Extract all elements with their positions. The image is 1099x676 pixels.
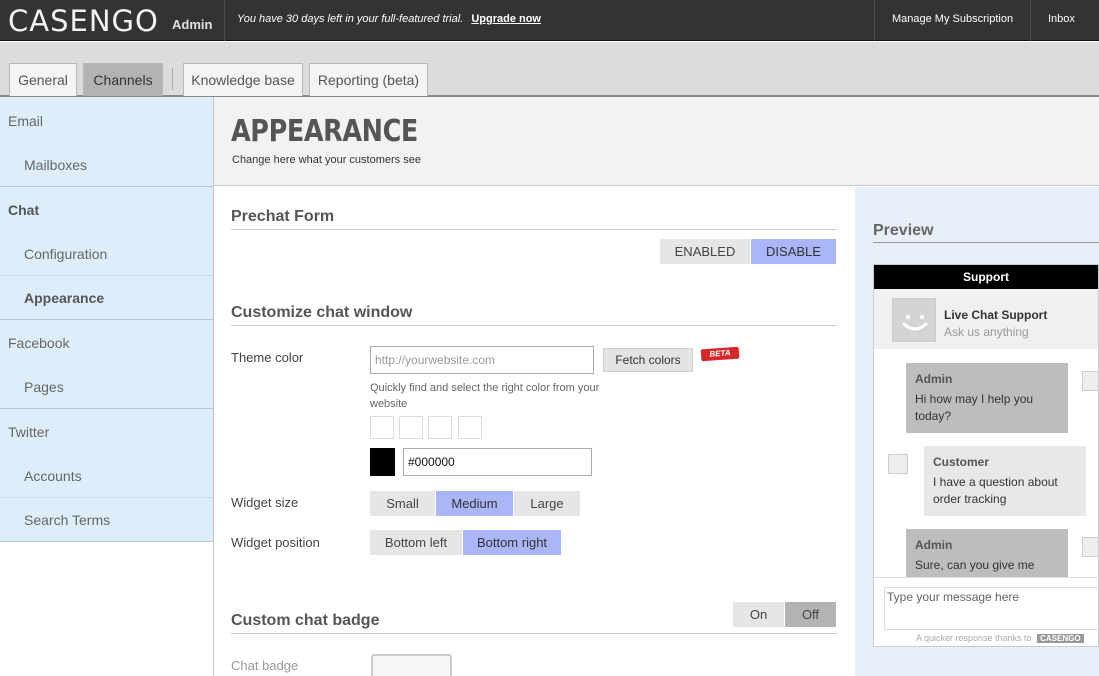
chat-support-subtitle: Ask us anything bbox=[944, 325, 1029, 339]
sidebar-item-facebook[interactable]: Facebook bbox=[0, 321, 213, 365]
chat-header: Support bbox=[874, 265, 1098, 289]
trial-notice: You have 30 days left in your full-featu… bbox=[237, 13, 541, 25]
chat-message: Admin Sure, can you give me your bbox=[906, 529, 1068, 577]
tab-bar: General Channels Knowledge base Reportin… bbox=[0, 42, 1099, 97]
badge-on-button[interactable]: On bbox=[733, 602, 784, 627]
current-color-swatch[interactable] bbox=[370, 448, 395, 476]
trial-text: You have 30 days left in your full-featu… bbox=[237, 13, 464, 25]
user-avatar-icon bbox=[1082, 537, 1098, 557]
sidebar-item-pages[interactable]: Pages bbox=[0, 365, 213, 409]
divider bbox=[1030, 0, 1031, 41]
color-hex-input[interactable]: #000000 bbox=[403, 448, 592, 476]
fetched-color-swatch[interactable] bbox=[458, 416, 482, 439]
chat-footer-text: A quicker response thanks to bbox=[916, 633, 1032, 643]
size-medium-button[interactable]: Medium bbox=[436, 491, 513, 516]
chat-support-row: Live Chat Support Ask us anything bbox=[874, 289, 1098, 349]
size-small-button[interactable]: Small bbox=[370, 491, 435, 516]
sidebar-item-accounts[interactable]: Accounts bbox=[0, 454, 213, 498]
position-bottom-left-button[interactable]: Bottom left bbox=[370, 530, 462, 555]
chat-footer: A quicker response thanks to CASENGO bbox=[916, 633, 1084, 643]
theme-color-label: Theme color bbox=[231, 350, 304, 365]
sidebar-item-mailboxes[interactable]: Mailboxes bbox=[0, 143, 213, 187]
chat-badge-upload[interactable] bbox=[371, 654, 452, 676]
section-title-prechat: Prechat Form bbox=[231, 208, 837, 230]
message-author: Customer bbox=[933, 455, 990, 469]
chat-widget-preview: Support Live Chat Support Ask us anythin… bbox=[873, 264, 1099, 647]
app-logo[interactable]: CASENGO bbox=[8, 4, 159, 38]
page-title: APPEARANCE bbox=[231, 114, 418, 149]
fetched-color-swatch[interactable] bbox=[428, 416, 452, 439]
divider bbox=[874, 0, 875, 41]
page-subtitle: Change here what your customers see bbox=[232, 154, 421, 166]
upgrade-link[interactable]: Upgrade now bbox=[471, 13, 541, 25]
website-url-input[interactable]: http://yourwebsite.com bbox=[370, 346, 594, 374]
chat-badge-label: Chat badge bbox=[231, 658, 299, 673]
tab-channels[interactable]: Channels bbox=[83, 63, 163, 96]
message-text: Sure, can you give me your bbox=[915, 558, 1035, 577]
fetched-color-swatch[interactable] bbox=[399, 416, 423, 439]
preview-title: Preview bbox=[873, 222, 1099, 243]
tab-knowledge-base[interactable]: Knowledge base bbox=[183, 63, 303, 96]
page-header: APPEARANCE Change here what your custome… bbox=[214, 97, 1099, 186]
sidebar-item-search-terms[interactable]: Search Terms bbox=[0, 498, 213, 542]
manage-subscription-link[interactable]: Manage My Subscription bbox=[892, 13, 1013, 25]
message-author: Admin bbox=[915, 538, 953, 552]
tab-reporting[interactable]: Reporting (beta) bbox=[309, 63, 428, 96]
beta-badge: BETA bbox=[700, 346, 740, 362]
divider bbox=[224, 0, 225, 41]
sidebar: Email Mailboxes Chat Configuration Appea… bbox=[0, 97, 214, 542]
user-avatar-icon bbox=[888, 454, 908, 474]
chat-message: Customer I have a question about order t… bbox=[924, 446, 1086, 516]
user-avatar-icon bbox=[1082, 371, 1098, 391]
message-author: Admin bbox=[915, 372, 953, 386]
chat-input-divider bbox=[874, 577, 1098, 578]
chat-message-input[interactable]: Type your message here bbox=[884, 587, 1098, 630]
tab-general[interactable]: General bbox=[9, 63, 77, 96]
size-large-button[interactable]: Large bbox=[514, 491, 580, 516]
tab-separator bbox=[172, 68, 173, 90]
chat-support-name: Live Chat Support bbox=[944, 308, 1048, 322]
widget-size-label: Widget size bbox=[231, 495, 299, 510]
sidebar-item-chat[interactable]: Chat bbox=[0, 188, 213, 232]
fetch-colors-button[interactable]: Fetch colors bbox=[603, 348, 693, 372]
theme-color-help: Quickly find and select the right color … bbox=[370, 382, 600, 410]
fetched-color-swatch[interactable] bbox=[370, 416, 394, 439]
widget-position-label: Widget position bbox=[231, 535, 320, 550]
app-logo-subtitle: Admin bbox=[172, 17, 213, 32]
position-bottom-right-button[interactable]: Bottom right bbox=[463, 530, 561, 555]
casengo-logo: CASENGO bbox=[1037, 634, 1084, 643]
sidebar-item-email[interactable]: Email bbox=[0, 99, 213, 143]
prechat-enabled-button[interactable]: ENABLED bbox=[660, 239, 750, 264]
message-text: Hi how may I help you today? bbox=[915, 392, 1034, 423]
sidebar-item-configuration[interactable]: Configuration bbox=[0, 232, 213, 276]
top-bar: CASENGO Admin You have 30 days left in y… bbox=[0, 0, 1099, 41]
inbox-link[interactable]: Inbox bbox=[1048, 13, 1075, 25]
message-text: I have a question about order tracking bbox=[933, 475, 1058, 506]
sidebar-item-appearance[interactable]: Appearance bbox=[0, 276, 213, 320]
badge-off-button[interactable]: Off bbox=[785, 602, 836, 627]
section-title-customize: Customize chat window bbox=[231, 304, 837, 326]
chat-message: Admin Hi how may I help you today? bbox=[906, 363, 1068, 433]
prechat-disable-button[interactable]: DISABLE bbox=[751, 239, 836, 264]
smiley-avatar-icon bbox=[892, 298, 936, 342]
sidebar-item-twitter[interactable]: Twitter bbox=[0, 410, 213, 454]
